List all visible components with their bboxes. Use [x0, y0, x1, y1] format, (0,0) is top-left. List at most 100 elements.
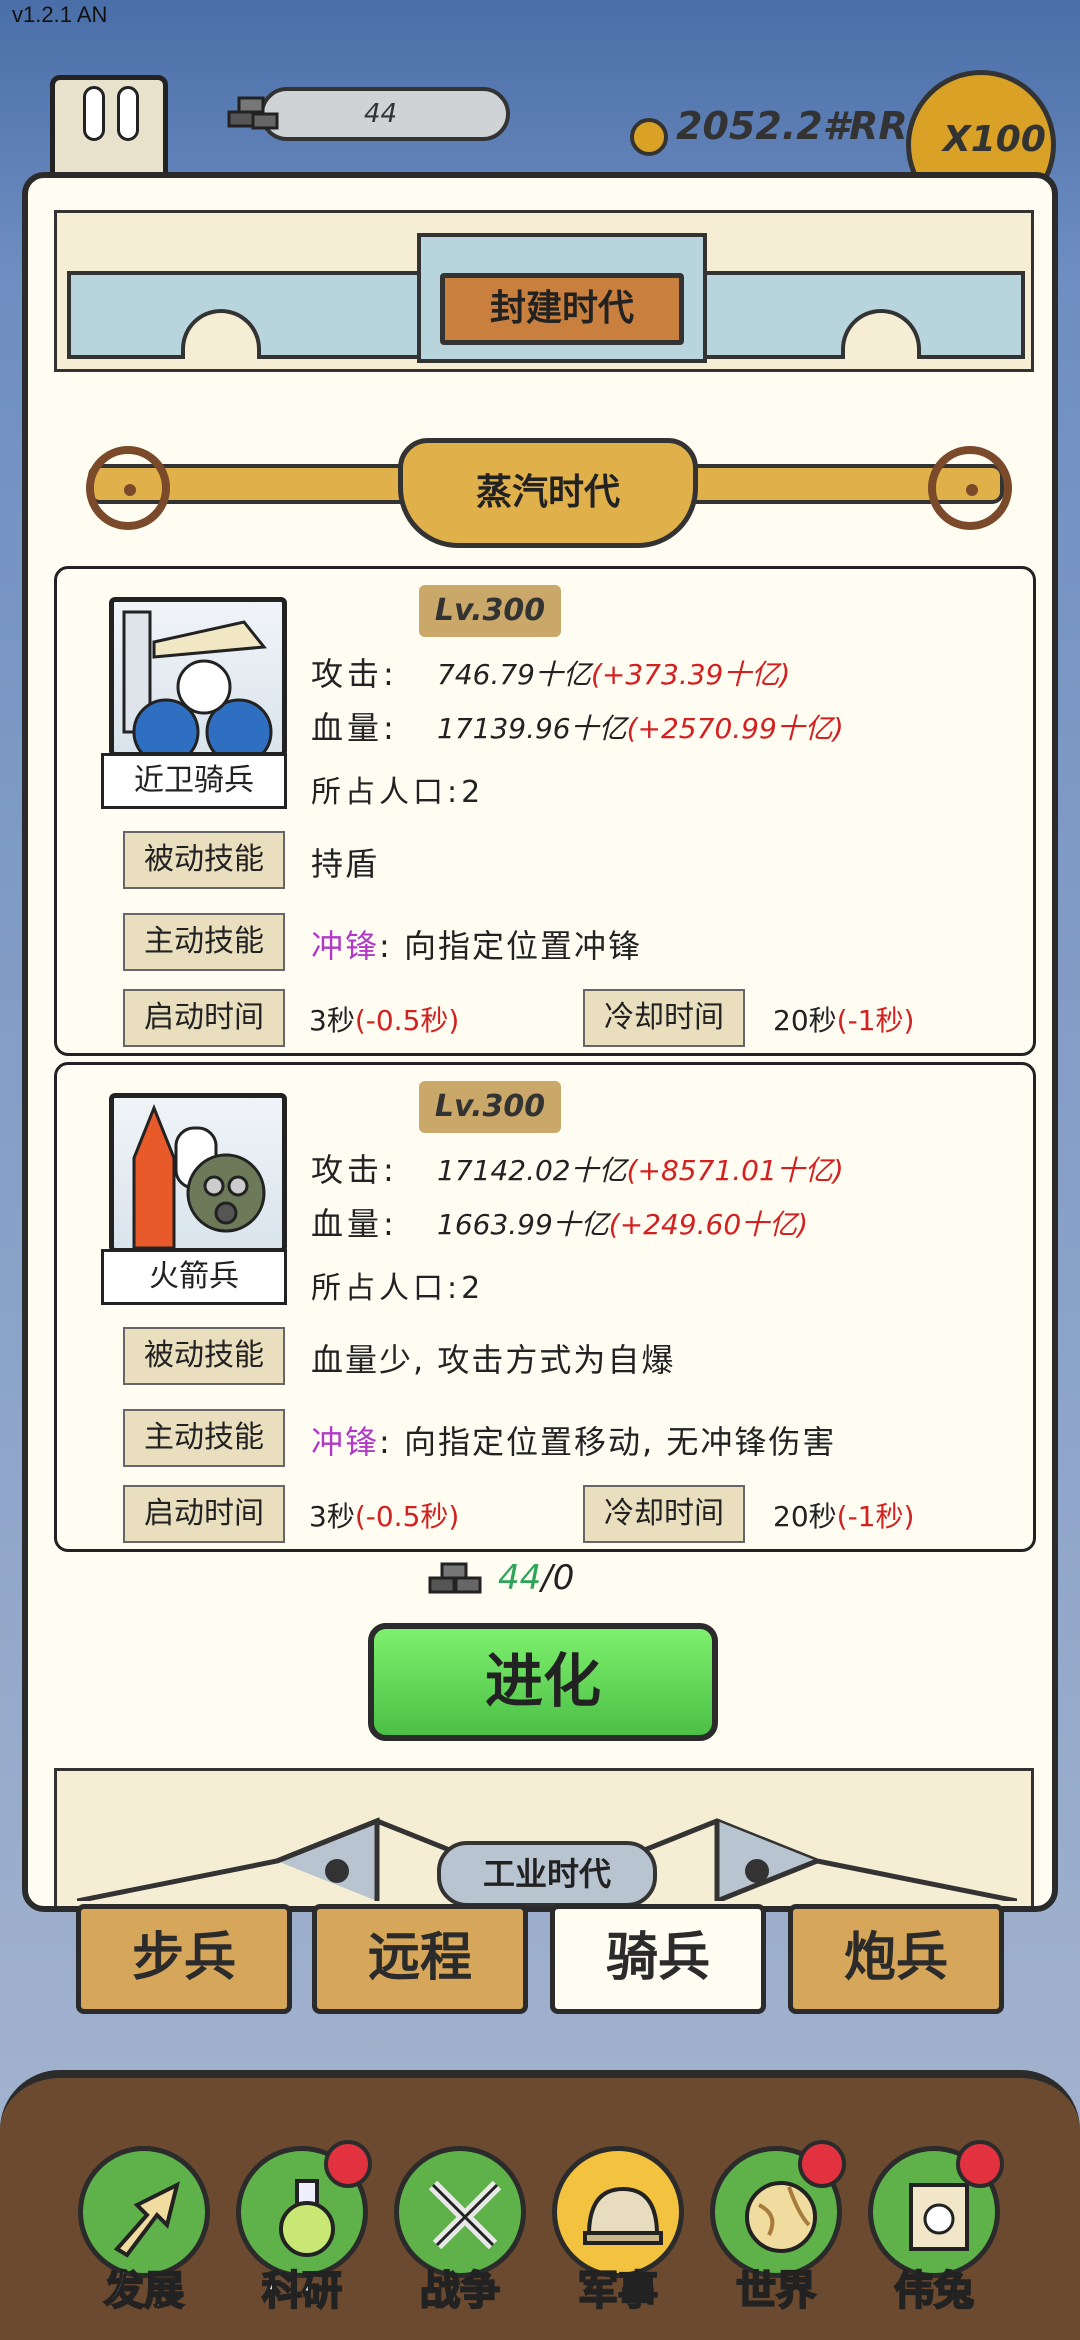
coin-count: 2052.2#RR: [676, 104, 908, 148]
active-skill-button[interactable]: 主动技能: [123, 1409, 285, 1467]
active-skill-button[interactable]: 主动技能: [123, 913, 285, 971]
attack-label: 攻击:: [311, 655, 398, 693]
helmet-icon: [583, 2186, 663, 2245]
startup-value: 3秒: [309, 1500, 355, 1533]
nav-military[interactable]: 军事: [548, 2146, 688, 2336]
globe-icon: [745, 2181, 817, 2253]
startup-time-button[interactable]: 启动时间: [123, 989, 285, 1047]
active-skill-text: 冲锋: 向指定位置移动, 无冲锋伤害: [311, 1417, 836, 1463]
tab-infantry[interactable]: 步兵: [76, 1904, 292, 2014]
nav-develop[interactable]: 发展: [74, 2146, 214, 2336]
era-title-feudal: 封建时代: [440, 273, 684, 345]
cooldown-time-button[interactable]: 冷却时间: [583, 1485, 745, 1543]
cooldown-bonus: (-1秒): [836, 1004, 915, 1037]
population-text: 所占人口:2: [311, 1271, 485, 1306]
hp-bonus: (+249.60十亿): [608, 1208, 809, 1241]
hp-value: 17139.96十亿: [437, 712, 627, 745]
unit-name: 近卫骑兵: [101, 753, 287, 809]
cooldown-bonus: (-1秒): [836, 1500, 915, 1533]
hp-bonus: (+2570.99十亿): [626, 712, 844, 745]
cost-text: 44/0: [498, 1558, 574, 1598]
passive-skill-text: 血量少, 攻击方式为自爆: [311, 1341, 676, 1379]
evolution-panel: 封建时代 蒸汽时代 近卫骑兵 Lv.300 攻击: 746.79十亿(+373.…: [22, 172, 1058, 1912]
nav-label: 发展: [103, 2267, 185, 2315]
era-title-industrial: 工业时代: [437, 1841, 657, 1906]
cooldown-time-value: 20秒(-1秒): [773, 1495, 914, 1535]
player-avatar[interactable]: [50, 75, 168, 185]
era-banner-industrial: 工业时代: [54, 1768, 1034, 1906]
cooldown-time-button[interactable]: 冷却时间: [583, 989, 745, 1047]
nav-label: 伟兔: [893, 2267, 975, 2315]
gear-wheel-left: [86, 446, 170, 530]
notification-badge: [798, 2140, 846, 2188]
active-skill-keyword: 冲锋: [311, 927, 380, 965]
unit-card: 火箭兵 Lv.300 攻击: 17142.02十亿(+8571.01十亿) 血量…: [54, 1062, 1036, 1552]
hp-label: 血量:: [311, 709, 398, 747]
nav-research[interactable]: 科研: [232, 2140, 372, 2336]
active-skill-desc: : 向指定位置移动, 无冲锋伤害: [379, 1423, 837, 1461]
iron-count: 44: [364, 99, 398, 129]
startup-bonus: (-0.5秒): [354, 1500, 460, 1533]
cooldown-time-value: 20秒(-1秒): [773, 999, 914, 1039]
attack-bonus: (+8571.01十亿): [626, 1154, 844, 1187]
attack-value-row: 17142.02十亿(+8571.01十亿): [437, 1149, 844, 1189]
notification-badge: [324, 2140, 372, 2188]
version-label: v1.2.1 AN: [12, 2, 108, 27]
notification-badge: [956, 2140, 1004, 2188]
nav-label: 科研: [261, 2267, 343, 2315]
attack-value-row: 746.79十亿(+373.39十亿): [437, 653, 790, 693]
arrow-up-icon: [113, 2181, 180, 2258]
unit-card: 近卫骑兵 Lv.300 攻击: 746.79十亿(+373.39十亿) 血量: …: [54, 566, 1036, 1056]
cost-have: 44: [498, 1558, 542, 1598]
active-skill-desc: : 向指定位置冲锋: [379, 927, 642, 965]
startup-time-value: 3秒(-0.5秒): [309, 999, 459, 1039]
cooldown-value: 20秒: [773, 1500, 837, 1533]
passive-skill-button[interactable]: 被动技能: [123, 831, 285, 889]
portrait-icon: [909, 2183, 969, 2251]
hp-label: 血量:: [311, 1205, 398, 1243]
iron-resource-pill: 44: [260, 87, 510, 141]
hp-value-row: 1663.99十亿(+249.60十亿): [437, 1203, 808, 1243]
era-banner-steam: 蒸汽时代: [68, 408, 1024, 558]
flask-icon: [279, 2179, 335, 2257]
iron-ingot-icon: [227, 96, 279, 130]
tab-artillery[interactable]: 炮兵: [788, 1904, 1004, 2014]
startup-time-button[interactable]: 启动时间: [123, 1485, 285, 1543]
nav-war[interactable]: 战争: [390, 2146, 530, 2336]
cooldown-value: 20秒: [773, 1004, 837, 1037]
nav-label: 军事: [577, 2267, 659, 2315]
iron-ingot-icon: [428, 1562, 482, 1594]
cost-need: /0: [541, 1558, 575, 1598]
unit-portrait-royal-cavalry[interactable]: [109, 597, 287, 757]
era-banner-feudal: 封建时代: [54, 210, 1034, 372]
attack-label: 攻击:: [311, 1151, 398, 1189]
evolve-button[interactable]: 进化: [368, 1623, 718, 1741]
unit-name: 火箭兵: [101, 1249, 287, 1305]
nav-great-rabbit[interactable]: 伟兔: [864, 2140, 1004, 2336]
population-text: 所占人口:2: [311, 775, 485, 810]
attack-value: 17142.02十亿: [437, 1154, 627, 1187]
startup-time-value: 3秒(-0.5秒): [309, 1495, 459, 1535]
startup-value: 3秒: [309, 1004, 355, 1037]
tab-ranged[interactable]: 远程: [312, 1904, 528, 2014]
passive-skill-button[interactable]: 被动技能: [123, 1327, 285, 1385]
active-skill-text: 冲锋: 向指定位置冲锋: [311, 921, 642, 967]
hp-value: 1663.99十亿: [437, 1208, 609, 1241]
startup-bonus: (-0.5秒): [354, 1004, 460, 1037]
nav-world[interactable]: 世界: [706, 2140, 846, 2336]
attack-value: 746.79十亿: [437, 658, 591, 691]
crossed-swords-icon: [428, 2180, 502, 2250]
passive-skill-text: 持盾: [311, 845, 380, 883]
hp-value-row: 17139.96十亿(+2570.99十亿): [437, 707, 844, 747]
unit-level-badge: Lv.300: [419, 1081, 561, 1133]
unit-portrait-rocket-soldier[interactable]: [109, 1093, 287, 1253]
attack-bonus: (+373.39十亿): [590, 658, 791, 691]
unit-level-badge: Lv.300: [419, 585, 561, 637]
nav-label: 战争: [419, 2267, 501, 2315]
tab-cavalry[interactable]: 骑兵: [550, 1904, 766, 2014]
active-skill-keyword: 冲锋: [311, 1423, 380, 1461]
gear-wheel-right: [928, 446, 1012, 530]
era-title-steam: 蒸汽时代: [398, 438, 698, 548]
coin-icon: [630, 118, 668, 156]
multiplier-label: X100: [943, 119, 1046, 160]
